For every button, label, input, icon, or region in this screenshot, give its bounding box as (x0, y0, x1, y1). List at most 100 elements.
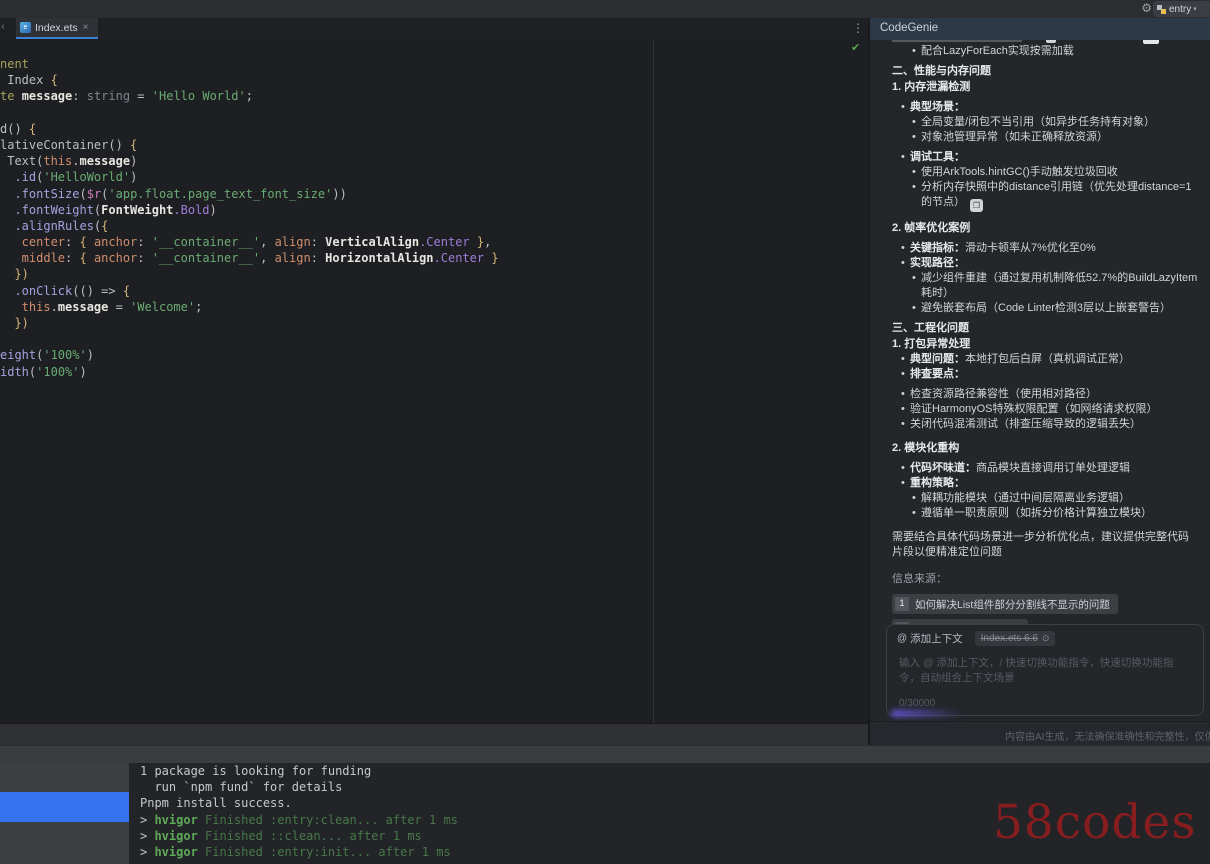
code-token: '__container__' (152, 251, 260, 265)
code-token: ) (210, 203, 217, 217)
chat-text: 2. 帧率优化案例 (892, 222, 970, 234)
code-token: . (51, 300, 58, 314)
code-token: Index (0, 73, 51, 87)
input-accent-glow (891, 710, 963, 717)
bullet-icon: • (912, 44, 916, 59)
chat-heading: 1. 内存泄漏检测 (892, 80, 1198, 95)
module-icon (1157, 5, 1166, 14)
chat-input[interactable] (897, 653, 1193, 693)
chat-text: 三、工程化问题 (892, 322, 969, 334)
code-token: ; (246, 89, 253, 103)
code-editor[interactable]: ✔ nent Index {te message: string = 'Hell… (0, 39, 868, 723)
chat-text: 避免嵌套布局（Code Linter检测3层以上嵌套警告） (921, 302, 1171, 314)
chat-block: •减少组件重建（通过复用机制降低52.7%的BuildLazyItem耗时） (912, 271, 1198, 301)
code-token: .fontSize (0, 187, 79, 201)
chat-text: 关闭代码混淆测试（排查压缩导致的逻辑丢失） (910, 418, 1141, 430)
editor-tab-bar: ‹ e Index.ets × ⋮ (0, 18, 868, 40)
code-token: { (123, 284, 130, 298)
add-context-button[interactable]: @ 添加上下文 (897, 631, 963, 646)
terminal-token: hvigor (154, 813, 205, 827)
chat-bold-label: 重构策略： (910, 477, 965, 489)
chat-block: •典型问题：本地打包后白屏（真机调试正常） (901, 352, 1198, 367)
terminal-token: run `npm fund` for details (140, 780, 342, 794)
bullet-icon: • (901, 387, 905, 402)
bullet-icon: • (901, 402, 905, 417)
terminal-line: run `npm fund` for details (140, 779, 458, 795)
code-token: idth (0, 365, 29, 379)
code-token: anchor (94, 251, 137, 265)
gear-icon[interactable]: ⚙ (1141, 1, 1152, 15)
tab-close-icon[interactable]: × (83, 22, 89, 33)
chat-block: •使用ArkTools.hintGC()手动触发垃圾回收 (912, 165, 1198, 180)
code-token: ( (79, 187, 86, 201)
clipped-icon (892, 40, 1022, 42)
code-token: : (137, 235, 151, 249)
code-line: }) (0, 266, 499, 282)
watermark: 58codes (993, 795, 1196, 850)
context-visibility-icon[interactable]: ⊙ (1042, 633, 1050, 644)
code-token: 'app.float.page_text_font_size' (108, 187, 332, 201)
chat-block: •关键指标：滑动卡顿率从7%优化至0% (901, 241, 1198, 256)
code-token: = (108, 300, 130, 314)
context-chip[interactable]: Index.ets 6:6 ⊙ (975, 631, 1056, 646)
disclaimer-bar: 内容由AI生成，无法确保准确性和完整性，仅供参考 (870, 721, 1210, 745)
code-token: FontWeight (101, 203, 173, 217)
source-chip[interactable]: 1如何解决List组件部分分割线不显示的问题 (892, 594, 1118, 614)
code-line: .id('HelloWorld') (0, 169, 499, 185)
bullet-icon: • (901, 150, 905, 165)
source-title: 如何解决List组件部分分割线不显示的问题 (915, 597, 1110, 612)
code-token: lativeContainer() (0, 138, 130, 152)
code-token: message (80, 154, 131, 168)
code-token: d() (0, 122, 29, 136)
code-token: } (484, 251, 498, 265)
chat-text: 滑动卡顿率从7%优化至0% (965, 242, 1096, 254)
code-token: : (311, 251, 325, 265)
citation-badge[interactable] (970, 199, 983, 212)
chat-heading: 2. 模块化重构 (892, 441, 1198, 456)
chat-text: 本地打包后白屏（真机调试正常） (965, 353, 1130, 365)
chat-text: 配合LazyForEach实现按需加载 (921, 45, 1074, 57)
code-token: 'Hello World' (152, 89, 246, 103)
bullet-icon: • (912, 115, 916, 130)
chat-heading: 二、性能与内存问题 (892, 64, 1198, 79)
terminal-token: hvigor (154, 829, 205, 843)
code-token: }) (0, 267, 29, 281)
bullet-icon: • (901, 476, 905, 491)
chat-block: •典型场景： (901, 100, 1198, 115)
code-line: middle: { anchor: '__container__', align… (0, 250, 499, 266)
terminal-line: > hvigor Finished :entry:clean... after … (140, 812, 458, 828)
tab-scroll-left-icon[interactable]: ‹ (1, 21, 5, 33)
code-token: : (137, 251, 151, 265)
selected-item-highlight[interactable] (0, 792, 129, 822)
tab-index-ets[interactable]: e Index.ets × (16, 18, 98, 39)
code-line: eight('100%') (0, 347, 499, 363)
chat-block: •遵循单一职责原则（如拆分价格计算独立模块） (912, 506, 1198, 521)
code-token: .id (0, 170, 36, 184)
code-token: this (0, 300, 51, 314)
code-token: = (130, 89, 152, 103)
chat-text: 验证HarmonyOS特殊权限配置（如网络请求权限） (910, 403, 1158, 415)
code-token: , (260, 251, 274, 265)
code-token: anchor (94, 235, 137, 249)
code-token: align (275, 235, 311, 249)
code-token: : (311, 235, 325, 249)
chat-text: 需要结合具体代码场景进一步分析优化点，建议提供完整代码片段以便精准定位问题 (892, 531, 1189, 558)
code-token: .Center (419, 235, 470, 249)
code-token: 'HelloWorld' (43, 170, 130, 184)
terminal-token: > (140, 813, 154, 827)
chat-block: •解耦功能模块（通过中间层隔离业务逻辑） (912, 491, 1198, 506)
code-line: }) (0, 315, 499, 331)
code-token: , (484, 235, 491, 249)
chat-message-area[interactable]: •配合LazyForEach实现按需加载二、性能与内存问题1. 内存泄漏检测•典… (870, 40, 1210, 721)
chat-text: 2. 模块化重构 (892, 442, 959, 454)
clipped-icon (1046, 40, 1056, 43)
code-token: . (72, 154, 79, 168)
code-token: center (0, 235, 65, 249)
run-config-selector[interactable]: entry ▾ (1153, 1, 1210, 17)
editor-options-kebab-icon[interactable]: ⋮ (852, 21, 864, 35)
hard-wrap-guide (653, 39, 654, 723)
chat-bold-label: 典型问题： (910, 353, 965, 365)
code-line: Index { (0, 72, 499, 88)
code-token: )) (332, 187, 346, 201)
code-token: { (51, 73, 58, 87)
